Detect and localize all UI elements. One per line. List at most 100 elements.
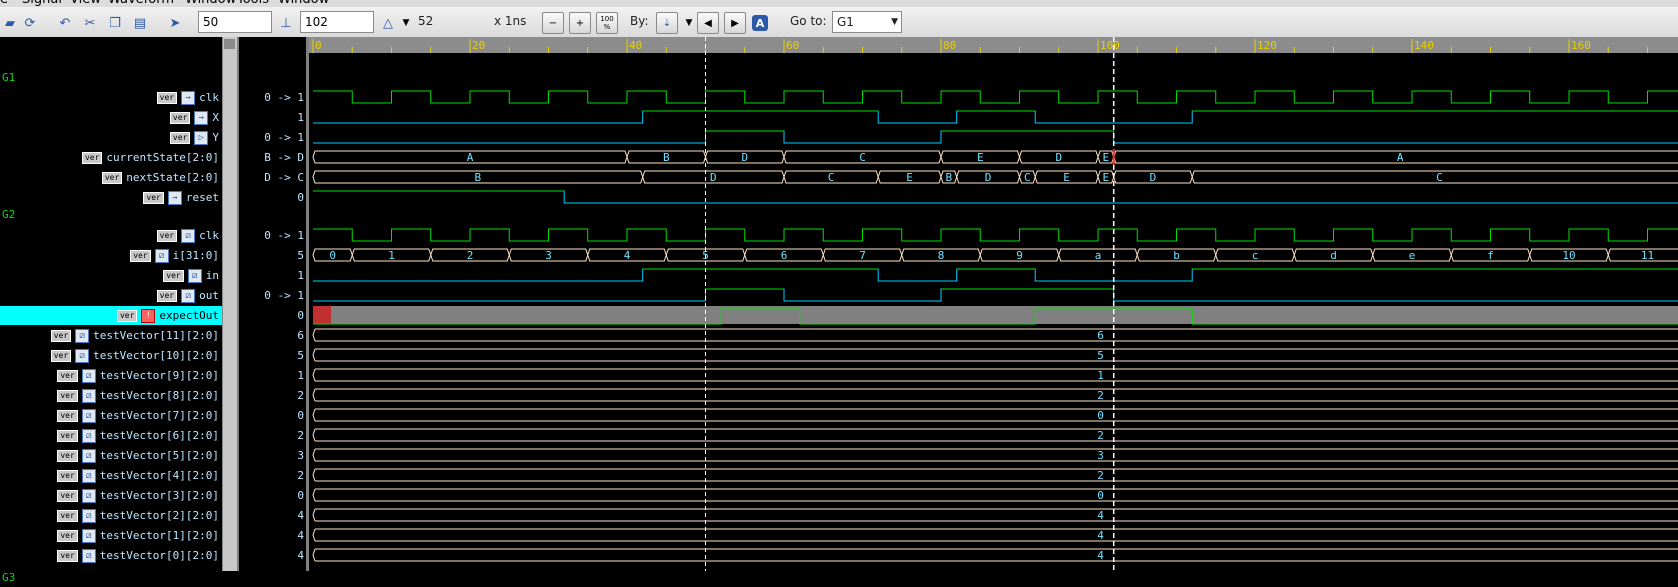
signal-row-testvector-6-2-0[interactable]: ver ⧄ testVector[6][2:0] [0, 426, 222, 445]
waveform-reset[interactable] [313, 190, 1678, 204]
waveform-currentstate-2-0[interactable]: ABDCEDEA [312, 150, 1678, 164]
zoom-out-icon[interactable]: − [542, 12, 564, 34]
signal-row-testvector-11-2-0[interactable]: ver ⧄ testVector[11][2:0] [0, 326, 222, 345]
waveform-testvector-0-2-0[interactable]: 4 [312, 548, 1678, 562]
waveform-y[interactable] [313, 130, 1678, 144]
waveform-out[interactable] [313, 288, 1678, 302]
signal-label: currentState[2:0] [106, 151, 219, 164]
waveform-in[interactable] [313, 268, 1678, 282]
signal-name: ver currentState[2:0] [81, 148, 219, 167]
waveform-testvector-8-2-0[interactable]: 2 [312, 388, 1678, 402]
signal-row-clk[interactable]: ver → clk [0, 88, 222, 107]
signal-row-testvector-5-2-0[interactable]: ver ⧄ testVector[5][2:0] [0, 446, 222, 465]
marker-time-input[interactable] [300, 11, 374, 33]
signal-row-expectout[interactable]: ver! expectOut [0, 306, 222, 325]
menu-item-waveform[interactable]: Waveform [108, 0, 174, 7]
waveform-testvector-10-2-0[interactable]: 5 [312, 348, 1678, 362]
signal-row-testvector-4-2-0[interactable]: ver ⧄ testVector[4][2:0] [0, 466, 222, 485]
clock-trace [313, 90, 1678, 104]
signal-label: testVector[7][2:0] [99, 409, 219, 422]
waveform-canvas[interactable]: 0 20 40 60 80 100 120 140 160A B D C E D E AB D C E B D C E E D C… [309, 37, 1678, 571]
signal-row-testvector-0-2-0[interactable]: ver ⧄ testVector[0][2:0] [0, 546, 222, 565]
signal-row-clk[interactable]: ver ⧄ clk [0, 226, 222, 245]
waveform-clk[interactable] [313, 228, 1678, 242]
prev-edge-icon[interactable]: ◀ [697, 12, 719, 34]
waveform-testvector-5-2-0[interactable]: 3 [312, 448, 1678, 462]
goto-select[interactable]: G1 ▼ [832, 11, 902, 33]
scrollbar-thumb[interactable] [224, 39, 235, 49]
waveform-testvector-7-2-0[interactable]: 0 [312, 408, 1678, 422]
search-by-icon[interactable]: ⇣ [656, 12, 678, 34]
signal-row-currentstate-2-0[interactable]: ver currentState[2:0] [0, 148, 222, 167]
cursor-time-input[interactable] [198, 11, 272, 33]
menu-item-signal[interactable]: Signal [22, 0, 62, 7]
bus-value-label: E [906, 171, 913, 184]
delta-dropdown-icon[interactable]: ▼ [396, 13, 416, 33]
menu-item-view[interactable]: View [70, 0, 101, 7]
undo-icon[interactable]: ↶ [55, 13, 75, 33]
group-label-g1[interactable]: G1 [2, 68, 15, 87]
chevron-down-icon[interactable]: ▼ [891, 12, 898, 32]
vertical-scrollbar[interactable] [222, 37, 237, 571]
reload-icon[interactable]: ⟳ [20, 13, 40, 33]
copy-icon[interactable]: ❐ [105, 13, 125, 33]
zoom-in-icon[interactable]: + [569, 12, 591, 34]
signal-row-testvector-7-2-0[interactable]: ver ⧄ testVector[7][2:0] [0, 406, 222, 425]
time-ruler[interactable] [309, 37, 1678, 53]
input-port-icon: → [194, 111, 209, 125]
signal-row-out[interactable]: ver ⧄ out [0, 286, 222, 305]
signal-name: ver ⧄ testVector[4][2:0] [57, 466, 219, 485]
waveform-nextstate-2-0[interactable]: BDCEBDCEEDC [312, 170, 1678, 184]
signal-row-testvector-1-2-0[interactable]: ver ⧄ testVector[1][2:0] [0, 526, 222, 545]
signal-icon: ⧄ [75, 349, 90, 363]
zoom-fit-icon[interactable]: 100 % [596, 12, 618, 34]
open-icon[interactable]: ▰ [0, 13, 20, 33]
waveform-pane[interactable]: 0 20 40 60 80 100 120 140 160 A B D C E D E A B D C E B D C E E D C… [306, 37, 1678, 571]
waveform-testvector-11-2-0[interactable]: 6 [312, 328, 1678, 342]
signal-row-nextstate-2-0[interactable]: ver nextState[2:0] [0, 168, 222, 187]
waveform-clk[interactable] [313, 90, 1678, 104]
pointer-icon[interactable]: ➤ [165, 13, 185, 33]
waveform-testvector-2-2-0[interactable]: 4 [312, 508, 1678, 522]
signal-row-reset[interactable]: ver → reset [0, 188, 222, 207]
waveform-testvector-1-2-0[interactable]: 4 [312, 528, 1678, 542]
signal-icon: ⧄ [81, 409, 96, 423]
menu-item-window[interactable]: Window [185, 0, 236, 7]
menu-item-window[interactable]: Window [278, 0, 329, 7]
signal-row-x[interactable]: ver → X [0, 108, 222, 127]
waveform-testvector-3-2-0[interactable]: 0 [312, 488, 1678, 502]
signal-icon: ⧄ [81, 469, 96, 483]
signal-value-text: 1 [297, 269, 304, 282]
waveform-testvector-4-2-0[interactable]: 2 [312, 468, 1678, 482]
waveform-i-31-0[interactable]: 0123456789abcdef1011 [312, 248, 1678, 262]
signal-row-testvector-10-2-0[interactable]: ver ⧄ testVector[10][2:0] [0, 346, 222, 365]
search-by-dropdown-icon[interactable]: ▼ [679, 13, 699, 33]
signal-row-i-31-0[interactable]: ver ⧄ i[31:0] [0, 246, 222, 265]
next-edge-icon[interactable]: ▶ [724, 12, 746, 34]
waveform-testvector-6-2-0[interactable]: 2 [312, 428, 1678, 442]
signal-row-y[interactable]: ver ▷ Y [0, 128, 222, 147]
signal-label: clk [199, 229, 219, 242]
menu-item-tools[interactable]: Tools [237, 0, 269, 7]
bus-value-label: D [741, 151, 748, 164]
signal-value-text: 6 [297, 329, 304, 342]
annotate-icon[interactable]: A [752, 15, 768, 31]
delta-icon[interactable]: △ [378, 13, 398, 33]
signal-row-testvector-8-2-0[interactable]: ver ⧄ testVector[8][2:0] [0, 386, 222, 405]
signal-row-testvector-9-2-0[interactable]: ver ⧄ testVector[9][2:0] [0, 366, 222, 385]
menu-item-e[interactable]: e [0, 0, 8, 7]
group-label-g2[interactable]: G2 [2, 205, 15, 224]
menu-bar: eSignalViewWaveformWindowToolsWindow [0, 0, 1678, 7]
signal-row-testvector-3-2-0[interactable]: ver ⧄ testVector[3][2:0] [0, 486, 222, 505]
ruler-tick-label: 80 [943, 39, 956, 52]
signal-row-in[interactable]: ver ⧄ in [0, 266, 222, 285]
signal-row-testvector-2-2-0[interactable]: ver ⧄ testVector[2][2:0] [0, 506, 222, 525]
waveform-expectout[interactable] [313, 306, 1678, 325]
waveform-testvector-9-2-0[interactable]: 1 [312, 368, 1678, 382]
signal-label: testVector[10][2:0] [93, 349, 219, 362]
waveform-x[interactable] [313, 110, 1678, 124]
ruler-tick-label: 160 [1571, 39, 1591, 52]
cut-icon[interactable]: ✂ [80, 13, 100, 33]
ruler-icon[interactable]: ⊥ [276, 13, 296, 33]
paste-icon[interactable]: ▤ [130, 13, 150, 33]
